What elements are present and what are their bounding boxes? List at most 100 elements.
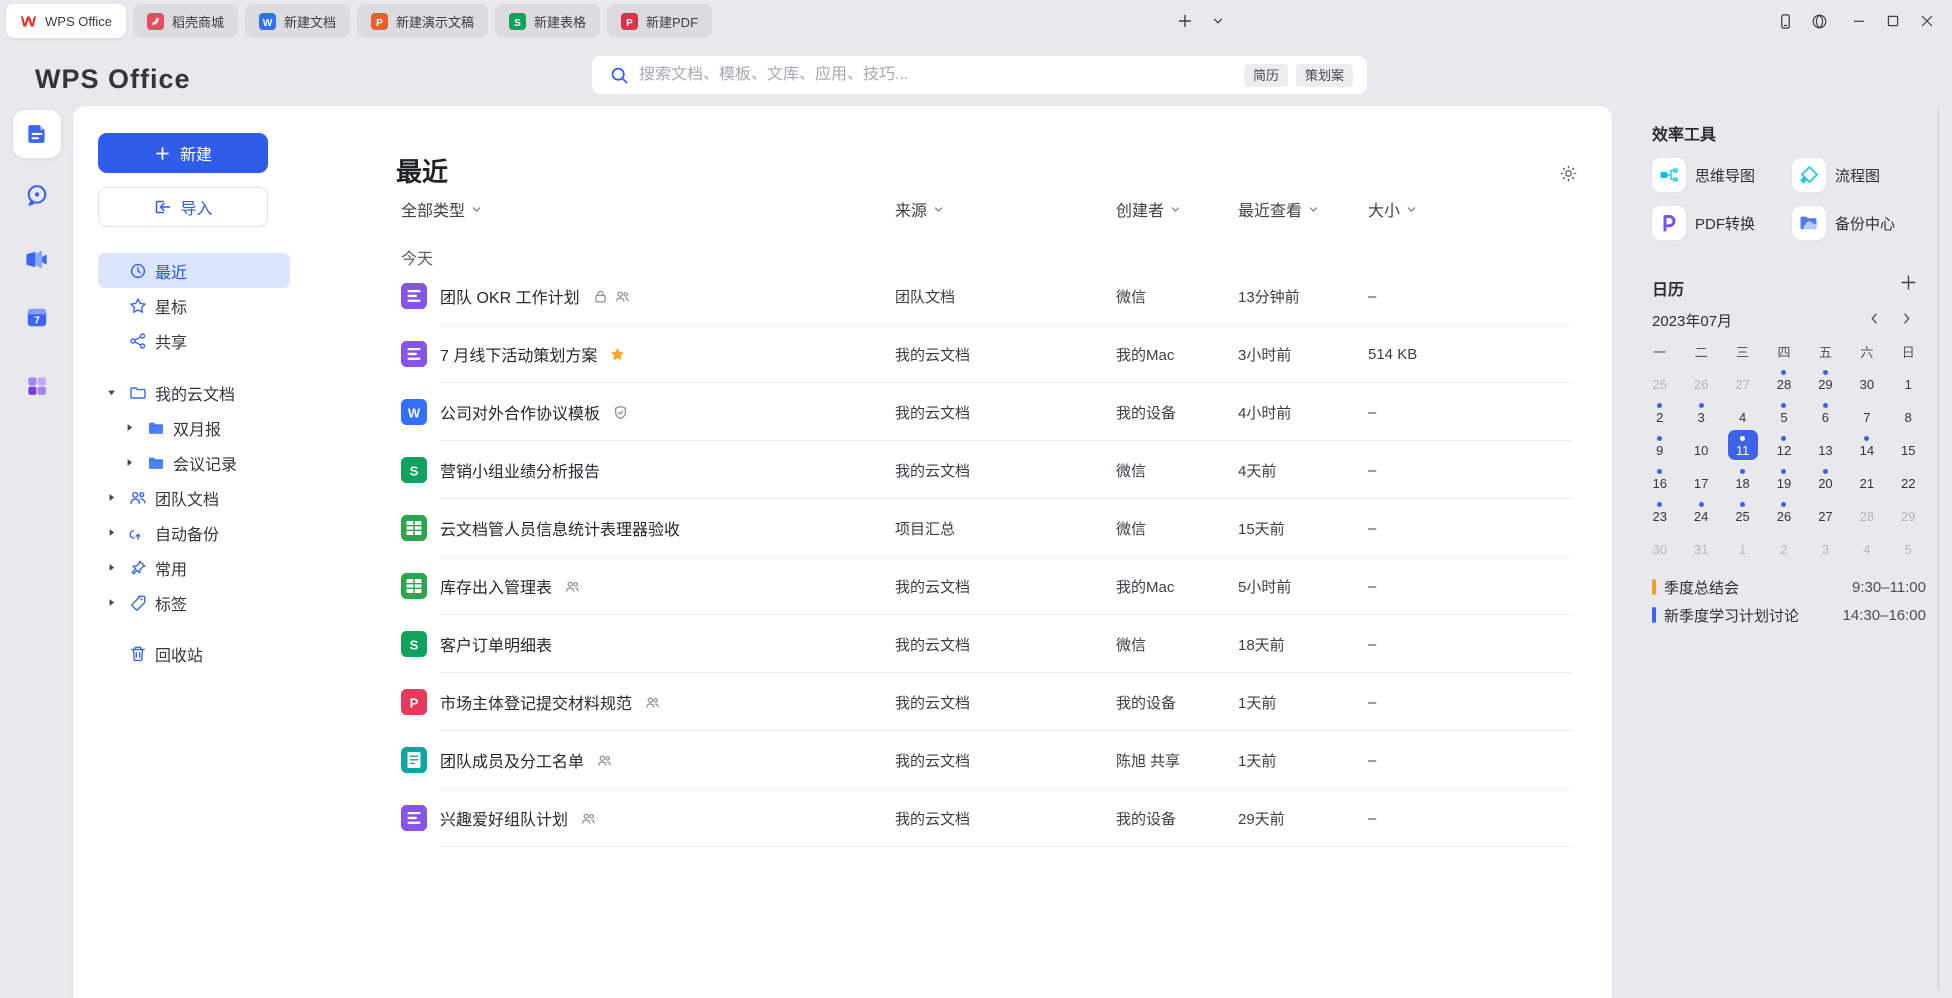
sidebar-item-5[interactable]: 会议记录 (98, 445, 290, 480)
window-tab-3[interactable]: P新建演示文稿 (357, 4, 488, 38)
tool-2[interactable]: PDF转换 (1652, 206, 1792, 240)
calendar-day[interactable]: 29 (1888, 494, 1929, 527)
calendar-day-selected[interactable]: 11 (1722, 428, 1763, 461)
window-tab-2[interactable]: W新建文档 (245, 4, 350, 38)
sidebar-item-2[interactable]: 共享 (98, 323, 290, 358)
file-row-4[interactable]: 云文档管人员信息统计表理器验收项目汇总微信15天前– (395, 499, 1573, 557)
minimize-button[interactable] (1842, 6, 1876, 36)
search-bar[interactable]: 简历策划案 (592, 56, 1367, 94)
rail-item-calendar[interactable]: 7 (0, 304, 73, 330)
window-tab-4[interactable]: S新建表格 (495, 4, 600, 38)
caret-right-icon[interactable] (102, 493, 120, 502)
search-chip-1[interactable]: 策划案 (1296, 64, 1353, 87)
calendar-day[interactable]: 9 (1639, 428, 1680, 461)
caret-right-icon[interactable] (102, 563, 120, 572)
file-row-6[interactable]: S客户订单明细表我的云文档微信18天前– (395, 615, 1573, 673)
calendar-day[interactable]: 5 (1763, 395, 1804, 428)
calendar-day[interactable]: 29 (1805, 362, 1846, 395)
sidebar-item-6[interactable]: 团队文档 (98, 480, 290, 515)
calendar-day[interactable]: 23 (1639, 494, 1680, 527)
sidebar-item-10[interactable]: 回收站 (98, 636, 290, 671)
caret-right-icon[interactable] (102, 598, 120, 607)
add-event-button[interactable] (1900, 274, 1917, 291)
filter-2[interactable]: 创建者 (1116, 197, 1238, 221)
appearance-button[interactable] (1802, 6, 1836, 36)
calendar-day[interactable]: 1 (1722, 527, 1763, 560)
calendar-day[interactable]: 3 (1680, 395, 1721, 428)
window-tab-0[interactable]: WPS Office (6, 4, 126, 38)
calendar-day[interactable]: 2 (1639, 395, 1680, 428)
list-settings-button[interactable] (1558, 163, 1579, 184)
calendar-day[interactable]: 17 (1680, 461, 1721, 494)
caret-right-icon[interactable] (120, 423, 138, 432)
scrollbar[interactable] (1937, 110, 1940, 990)
rail-item-meetings[interactable] (0, 246, 73, 273)
search-chip-0[interactable]: 简历 (1244, 64, 1288, 87)
sidebar-item-3[interactable]: 我的云文档 (98, 375, 290, 410)
tool-1[interactable]: 流程图 (1792, 158, 1932, 192)
sidebar-item-9[interactable]: 标签 (98, 585, 290, 620)
rail-item-messages[interactable] (0, 182, 73, 208)
caret-down-icon[interactable] (102, 388, 120, 397)
calendar-day[interactable]: 15 (1888, 428, 1929, 461)
calendar-prev-button[interactable] (1868, 312, 1881, 325)
calendar-day[interactable]: 25 (1639, 362, 1680, 395)
calendar-day[interactable]: 28 (1763, 362, 1804, 395)
calendar-day[interactable]: 1 (1888, 362, 1929, 395)
sidebar-item-0[interactable]: 最近 (98, 253, 290, 288)
calendar-day[interactable]: 19 (1763, 461, 1804, 494)
calendar-day[interactable]: 6 (1805, 395, 1846, 428)
calendar-day[interactable]: 30 (1639, 527, 1680, 560)
calendar-day[interactable]: 27 (1722, 362, 1763, 395)
file-row-2[interactable]: W公司对外合作协议模板我的云文档我的设备4小时前– (395, 383, 1573, 441)
calendar-day[interactable]: 7 (1846, 395, 1887, 428)
calendar-day[interactable]: 14 (1846, 428, 1887, 461)
search-input[interactable] (639, 66, 1236, 84)
filter-4[interactable]: 大小 (1368, 197, 1573, 221)
new-tab-button[interactable] (1172, 8, 1198, 34)
file-row-3[interactable]: S营销小组业绩分析报告我的云文档微信4天前– (395, 441, 1573, 499)
calendar-day[interactable]: 28 (1846, 494, 1887, 527)
file-row-7[interactable]: P市场主体登记提交材料规范我的云文档我的设备1天前– (395, 673, 1573, 731)
close-button[interactable] (1910, 6, 1944, 36)
tool-0[interactable]: 思维导图 (1652, 158, 1792, 192)
calendar-day[interactable]: 2 (1763, 527, 1804, 560)
tool-3[interactable]: 备份中心 (1792, 206, 1932, 240)
filter-1[interactable]: 来源 (895, 197, 1116, 221)
maximize-button[interactable] (1876, 6, 1910, 36)
sidebar-item-8[interactable]: 常用 (98, 550, 290, 585)
caret-right-icon[interactable] (102, 528, 120, 537)
calendar-day[interactable]: 25 (1722, 494, 1763, 527)
filter-3[interactable]: 最近查看 (1238, 197, 1368, 221)
calendar-day[interactable]: 10 (1680, 428, 1721, 461)
calendar-day[interactable]: 13 (1805, 428, 1846, 461)
sidebar-item-1[interactable]: 星标 (98, 288, 290, 323)
calendar-day[interactable]: 16 (1639, 461, 1680, 494)
calendar-day[interactable]: 24 (1680, 494, 1721, 527)
filter-0[interactable]: 全部类型 (401, 197, 895, 221)
event-item-0[interactable]: 季度总结会9:30–11:00 (1652, 573, 1926, 601)
rail-item-apps[interactable] (0, 373, 73, 399)
calendar-day[interactable]: 20 (1805, 461, 1846, 494)
calendar-day[interactable]: 31 (1680, 527, 1721, 560)
window-tab-1[interactable]: 稻壳商城 (133, 4, 238, 38)
file-row-8[interactable]: 团队成员及分工名单我的云文档陈旭 共享1天前– (395, 731, 1573, 789)
calendar-day[interactable]: 4 (1846, 527, 1887, 560)
file-row-5[interactable]: 库存出入管理表我的云文档我的Mac5小时前– (395, 557, 1573, 615)
calendar-day[interactable]: 22 (1888, 461, 1929, 494)
calendar-day[interactable]: 26 (1763, 494, 1804, 527)
import-button[interactable]: 导入 (98, 187, 268, 227)
calendar-day[interactable]: 30 (1846, 362, 1887, 395)
calendar-day[interactable]: 12 (1763, 428, 1804, 461)
calendar-day[interactable]: 4 (1722, 395, 1763, 428)
calendar-next-button[interactable] (1900, 312, 1913, 325)
calendar-day[interactable]: 27 (1805, 494, 1846, 527)
calendar-day[interactable]: 3 (1805, 527, 1846, 560)
calendar-day[interactable]: 21 (1846, 461, 1887, 494)
sidebar-item-4[interactable]: 双月报 (98, 410, 290, 445)
tab-list-dropdown[interactable] (1212, 15, 1224, 27)
phone-sync-button[interactable] (1768, 6, 1802, 36)
event-item-1[interactable]: 新季度学习计划讨论14:30–16:00 (1652, 601, 1926, 629)
file-row-1[interactable]: 7 月线下活动策划方案我的云文档我的Mac3小时前514 KB (395, 325, 1573, 383)
caret-right-icon[interactable] (120, 458, 138, 467)
